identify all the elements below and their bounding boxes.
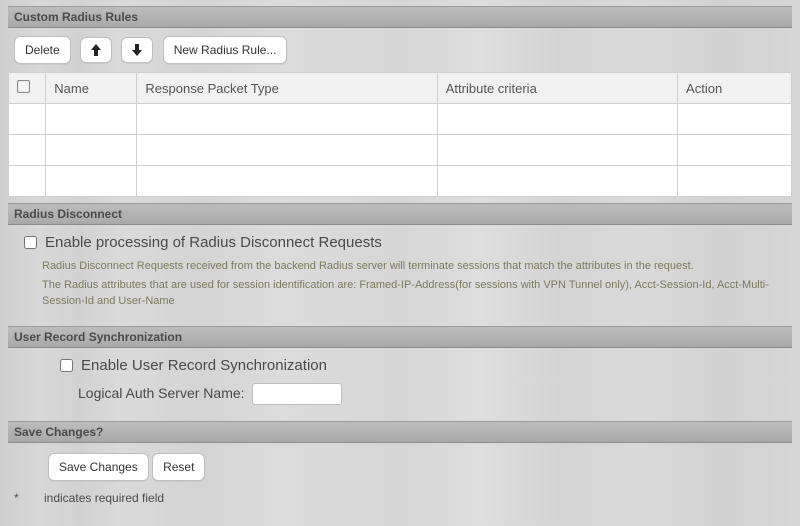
section-header-save: Save Changes?: [8, 421, 792, 443]
rules-table: Name Response Packet Type Attribute crit…: [8, 72, 792, 197]
cell-name: [46, 135, 137, 166]
rules-toolbar: Delete New Radius Rule...: [8, 28, 792, 72]
enable-disconnect-label: Enable processing of Radius Disconnect R…: [45, 234, 382, 251]
enable-sync-label: Enable User Record Synchronization: [81, 357, 327, 374]
disconnect-description2: The Radius attributes that are used for …: [42, 277, 780, 310]
move-down-button[interactable]: [121, 37, 153, 63]
cell-attribute: [437, 104, 677, 135]
cell-action: [678, 104, 792, 135]
arrow-up-icon: [90, 43, 102, 57]
new-radius-rule-button[interactable]: New Radius Rule...: [163, 36, 288, 64]
delete-button[interactable]: Delete: [14, 36, 71, 64]
disconnect-description1: Radius Disconnect Requests received from…: [42, 258, 780, 275]
required-field-footnote: *indicates required field: [8, 487, 792, 515]
enable-disconnect-checkbox[interactable]: [24, 236, 37, 249]
cell-name: [46, 104, 137, 135]
cell-attribute: [437, 166, 677, 197]
cell-action: [678, 166, 792, 197]
logical-auth-label: Logical Auth Server Name:: [78, 385, 245, 401]
col-header-attribute: Attribute criteria: [437, 73, 677, 104]
section-header-disconnect: Radius Disconnect: [8, 203, 792, 225]
enable-sync-checkbox[interactable]: [60, 359, 73, 372]
cell-response: [137, 135, 437, 166]
section-header-rules: Custom Radius Rules: [8, 6, 792, 28]
cell-action: [678, 135, 792, 166]
arrow-down-icon: [131, 43, 143, 57]
row-select[interactable]: [9, 135, 46, 166]
cell-response: [137, 104, 437, 135]
col-header-response: Response Packet Type: [137, 73, 437, 104]
row-select[interactable]: [9, 104, 46, 135]
logical-auth-input[interactable]: [252, 383, 342, 405]
table-row: [9, 104, 792, 135]
select-all-checkbox[interactable]: [17, 80, 30, 93]
table-row: [9, 166, 792, 197]
cell-name: [46, 166, 137, 197]
reset-button[interactable]: Reset: [152, 453, 205, 481]
cell-response: [137, 166, 437, 197]
col-header-name: Name: [46, 73, 137, 104]
col-header-action: Action: [678, 73, 792, 104]
col-header-select: [9, 73, 46, 104]
row-select[interactable]: [9, 166, 46, 197]
asterisk-icon: *: [14, 491, 44, 505]
save-changes-button[interactable]: Save Changes: [48, 453, 149, 481]
cell-attribute: [437, 135, 677, 166]
section-header-sync: User Record Synchronization: [8, 326, 792, 348]
table-row: [9, 135, 792, 166]
move-up-button[interactable]: [80, 37, 112, 63]
